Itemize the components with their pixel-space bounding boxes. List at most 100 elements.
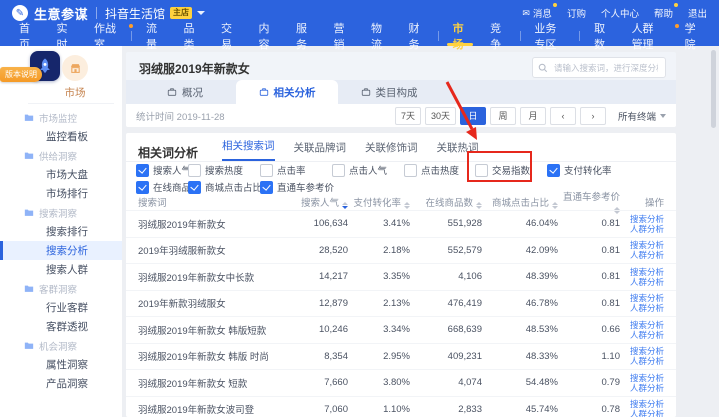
audience-analysis-link[interactable]: 人群分析 [620, 277, 664, 287]
cell-items: 552,579 [410, 245, 482, 256]
terminal-filter-dropdown[interactable]: 所有终端 [618, 109, 666, 123]
search-analysis-link[interactable]: 搜索分析 [620, 373, 664, 383]
sidebar-item-market-ranking[interactable]: 市场排行 [0, 184, 122, 203]
nav-warroom[interactable]: 作战室 [83, 26, 128, 46]
annotation-highlight-box [467, 151, 532, 182]
col-header-conversion[interactable]: 支付转化率 [348, 195, 410, 209]
date-btn-30d[interactable]: 30天 [425, 107, 456, 125]
keyword-search-box[interactable] [532, 57, 666, 78]
cell-conversion: 2.18% [348, 245, 410, 256]
store-name[interactable]: 抖音生活馆 [105, 5, 165, 22]
chevron-down-icon[interactable] [197, 11, 205, 15]
metric-payment-conversion[interactable]: 支付转化率 [547, 163, 612, 177]
tab-related-analysis[interactable]: 相关分析 [236, 80, 338, 104]
metric-click-popularity[interactable]: 点击人气 [332, 163, 387, 177]
cell-ppc: 0.79 [558, 377, 620, 388]
nav-market-active[interactable]: 市场 [442, 26, 480, 46]
metric-search-heat[interactable]: 搜索热度 [188, 163, 243, 177]
tab-category-composition[interactable]: 类目构成 [338, 80, 440, 104]
nav-competition[interactable]: 竞争 [479, 26, 517, 46]
nav-marketing[interactable]: 营销 [322, 26, 360, 46]
nav-service[interactable]: 服务 [285, 26, 323, 46]
nav-data-extract[interactable]: 取数 [583, 26, 621, 46]
date-btn-day-active[interactable]: 日 [460, 107, 486, 125]
nav-content[interactable]: 内容 [247, 26, 285, 46]
nav-audience-mgmt[interactable]: 人群管理 [621, 26, 674, 46]
table-row: 羽绒服2019年新款女波司登 7,060 1.10% 2,833 45.74% … [126, 396, 676, 417]
audience-analysis-link[interactable]: 人群分析 [620, 356, 664, 366]
metric-click-rate[interactable]: 点击率 [260, 163, 306, 177]
date-prev-button[interactable]: ‹ [550, 107, 576, 125]
sidebar-item-industry-customers[interactable]: 行业客群 [0, 298, 122, 317]
cell-mall-share: 48.33% [482, 351, 558, 362]
col-header-ppc[interactable]: 直通车参考价 [558, 189, 620, 214]
audience-analysis-link[interactable]: 人群分析 [620, 330, 664, 340]
subtab-modifier-words[interactable]: 关联修饰词 [365, 140, 418, 161]
cell-mall-share: 48.53% [482, 324, 558, 335]
nav-category[interactable]: 品类 [172, 26, 210, 46]
metric-click-heat[interactable]: 点击热度 [404, 163, 459, 177]
cell-items: 668,639 [410, 324, 482, 335]
sidebar-item-market-overview[interactable]: 市场大盘 [0, 165, 122, 184]
search-analysis-link[interactable]: 搜索分析 [620, 293, 664, 303]
search-analysis-link[interactable]: 搜索分析 [620, 214, 664, 224]
tab-overview[interactable]: 概况 [134, 80, 236, 104]
nav-home[interactable]: 首页 [8, 26, 46, 46]
checkbox-icon [404, 164, 417, 177]
sidebar-divider [28, 103, 114, 104]
sidebar-menu: 市场监控 监控看板 供给洞察 市场大盘 市场排行 搜索洞察 搜索排行 搜索分析 … [0, 108, 122, 393]
sidebar-item-search-ranking[interactable]: 搜索排行 [0, 222, 122, 241]
table-row: 2019年羽绒服新款女 28,520 2.18% 552,579 42.09% … [126, 237, 676, 264]
search-analysis-link[interactable]: 搜索分析 [620, 240, 664, 250]
search-analysis-link[interactable]: 搜索分析 [620, 346, 664, 356]
sidebar-item-search-analysis[interactable]: 搜索分析 [0, 241, 122, 260]
nav-traffic[interactable]: 流量 [135, 26, 173, 46]
sidebar-item-attribute-insight[interactable]: 属性洞察 [0, 355, 122, 374]
date-btn-month[interactable]: 月 [520, 107, 546, 125]
search-input[interactable] [552, 62, 660, 74]
metric-mall-click-share[interactable]: 商城点击占比 [188, 180, 262, 194]
user-link-account[interactable]: 个人中心 [601, 6, 639, 20]
audience-analysis-link[interactable]: 人群分析 [620, 383, 664, 393]
audience-analysis-link[interactable]: 人群分析 [620, 250, 664, 260]
cell-popularity: 7,660 [278, 377, 348, 388]
brand-logo-icon: ✎ [12, 5, 28, 21]
user-link-messages[interactable]: ✉消息 [522, 6, 552, 20]
audience-analysis-link[interactable]: 人群分析 [620, 303, 664, 313]
date-btn-7d[interactable]: 7天 [395, 107, 421, 125]
cell-conversion: 1.10% [348, 404, 410, 415]
nav-finance[interactable]: 财务 [397, 26, 435, 46]
nav-academy[interactable]: 学院 [674, 26, 712, 46]
col-header-popularity-sorted[interactable]: 搜索人气 [278, 195, 348, 209]
search-analysis-link[interactable]: 搜索分析 [620, 267, 664, 277]
user-link-logout[interactable]: 退出 [688, 6, 707, 20]
audience-analysis-link[interactable]: 人群分析 [620, 409, 664, 417]
user-link-subscribe[interactable]: 订购 [567, 6, 586, 20]
sidebar-item-monitor-board[interactable]: 监控看板 [0, 127, 122, 146]
subtab-related-search-words[interactable]: 相关搜索词 [222, 138, 275, 161]
subtab-brand-words[interactable]: 关联品牌词 [294, 140, 347, 161]
version-note-badge[interactable]: 版本说明 [0, 67, 42, 82]
keyword-tabs: 概况 相关分析 类目构成 [126, 80, 676, 104]
search-analysis-link[interactable]: 搜索分析 [620, 320, 664, 330]
col-header-mall-share[interactable]: 商城点击占比 [482, 195, 558, 209]
date-btn-week[interactable]: 周 [490, 107, 516, 125]
nav-logistics[interactable]: 物流 [360, 26, 398, 46]
col-header-term[interactable]: 搜索词 [138, 195, 278, 209]
vertical-scrollbar[interactable] [711, 50, 716, 128]
nav-realtime[interactable]: 实时 [46, 26, 84, 46]
audience-analysis-link[interactable]: 人群分析 [620, 224, 664, 234]
sidebar-item-product-insight[interactable]: 产品洞察 [0, 374, 122, 393]
sidebar-item-search-audience[interactable]: 搜索人群 [0, 260, 122, 279]
nav-trade[interactable]: 交易 [210, 26, 248, 46]
sidebar-item-customer-perspective[interactable]: 客群透视 [0, 317, 122, 336]
nav-business-zone[interactable]: 业务专区 [523, 26, 576, 46]
metric-search-popularity[interactable]: 搜索人气 [136, 163, 191, 177]
date-next-button[interactable]: › [580, 107, 606, 125]
folder-icon [24, 341, 34, 350]
user-link-help[interactable]: 帮助 [654, 6, 673, 20]
search-analysis-link[interactable]: 搜索分析 [620, 399, 664, 409]
col-header-online-items[interactable]: 在线商品数 [410, 195, 482, 209]
metric-ppc-reference[interactable]: 直通车参考价 [260, 180, 334, 194]
cell-mall-share: 54.48% [482, 377, 558, 388]
